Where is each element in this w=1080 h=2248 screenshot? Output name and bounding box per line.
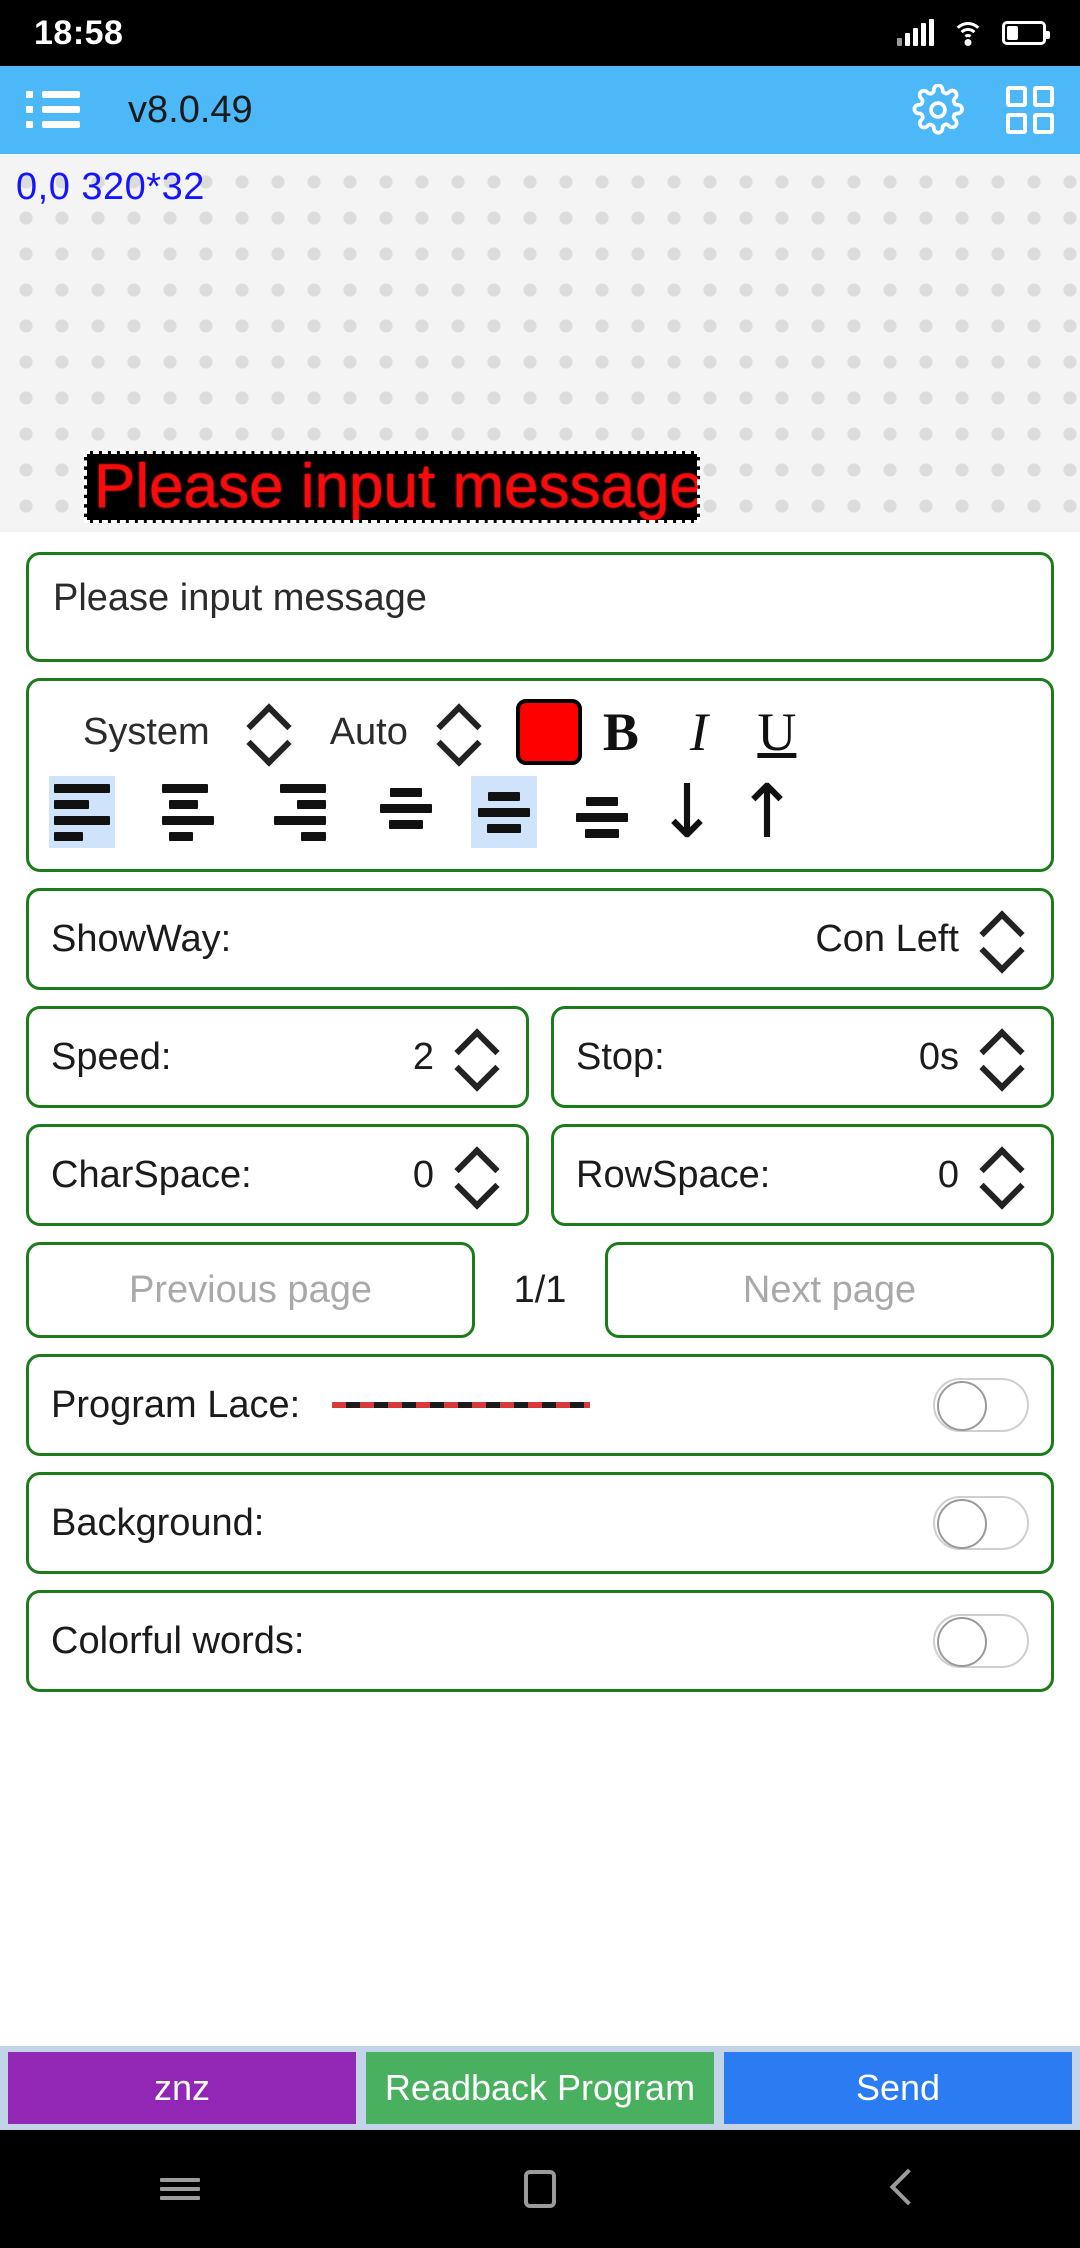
stop-value[interactable]: 0s [919,1036,959,1079]
align-bottom-icon[interactable] [569,776,635,848]
wifi-icon [952,20,984,46]
charspace-label: CharSpace: [51,1153,252,1196]
system-nav-bar [0,2130,1080,2248]
home-icon[interactable] [480,2159,600,2219]
align-top-icon[interactable] [373,776,439,848]
colorful-words-label: Colorful words: [51,1619,305,1662]
rowspace-field[interactable]: RowSpace: 0 [551,1124,1054,1226]
grid-apps-icon[interactable] [1006,86,1054,134]
message-input[interactable]: Please input message [26,552,1054,662]
app-title: v8.0.49 [128,88,253,131]
bold-button[interactable]: B [582,701,660,763]
italic-button[interactable]: I [660,701,738,763]
gear-icon[interactable] [912,84,964,136]
font-name-stepper[interactable] [244,704,296,760]
charspace-field[interactable]: CharSpace: 0 [26,1124,529,1226]
page-indicator: 1/1 [513,1268,567,1311]
recents-icon[interactable] [120,2159,240,2219]
rowspace-label: RowSpace: [576,1153,771,1196]
program-lace-toggle[interactable] [933,1378,1029,1432]
app-bar: v8.0.49 [0,66,1080,154]
charspace-stepper[interactable] [452,1147,504,1203]
speed-label: Speed: [51,1035,172,1078]
font-size-stepper[interactable] [434,704,486,760]
program-lace-preview [332,1402,591,1408]
font-size-value[interactable]: Auto [330,711,408,754]
led-text-region[interactable]: Please input message [84,451,700,523]
speed-stepper[interactable] [452,1029,504,1085]
led-text: Please input message [94,452,700,521]
znz-button[interactable]: znz [8,2052,356,2124]
message-input-value: Please input message [53,577,427,619]
align-right-icon[interactable] [265,776,331,848]
text-color-swatch[interactable] [515,699,582,765]
send-button[interactable]: Send [724,2052,1072,2124]
program-lace-row: Program Lace: [26,1354,1054,1456]
background-toggle[interactable] [933,1496,1029,1550]
list-menu-icon[interactable] [26,89,80,131]
spacing-row: CharSpace: 0 RowSpace: 0 [26,1124,1054,1226]
stop-label: Stop: [576,1035,665,1078]
program-lace-label: Program Lace: [51,1383,301,1426]
showway-label: ShowWay: [51,917,232,960]
status-bar-clock: 18:58 [34,13,124,52]
move-down-icon[interactable]: ↓ [647,775,727,849]
speed-stop-row: Speed: 2 Stop: 0s [26,1006,1054,1108]
background-label: Background: [51,1501,265,1544]
underline-button[interactable]: U [738,701,816,763]
speed-field[interactable]: Speed: 2 [26,1006,529,1108]
signal-icon [897,19,934,46]
background-row: Background: [26,1472,1054,1574]
format-toolbar: System Auto B I U ↓ ↑ [26,678,1054,872]
colorful-words-row: Colorful words: [26,1590,1054,1692]
status-bar: 18:58 [0,0,1080,66]
stop-field[interactable]: Stop: 0s [551,1006,1054,1108]
action-button-bar: znz Readback Program Send [0,2046,1080,2130]
status-bar-indicators [897,19,1050,46]
move-up-icon[interactable]: ↑ [727,775,807,849]
charspace-value[interactable]: 0 [413,1154,434,1197]
rowspace-value[interactable]: 0 [938,1154,959,1197]
colorful-words-toggle[interactable] [933,1614,1029,1668]
showway-stepper[interactable] [977,911,1029,967]
readback-program-button[interactable]: Readback Program [366,2052,714,2124]
rowspace-stepper[interactable] [977,1147,1029,1203]
pager: Previous page 1/1 Next page [26,1242,1054,1338]
stop-stepper[interactable] [977,1029,1029,1085]
preview-coordinates: 0,0 320*32 [16,166,205,208]
align-left-icon[interactable] [49,776,115,848]
back-icon[interactable] [840,2159,960,2219]
previous-page-button[interactable]: Previous page [26,1242,475,1338]
font-name-value[interactable]: System [83,711,210,754]
showway-value[interactable]: Con Left [815,918,959,961]
align-center-icon[interactable] [157,776,223,848]
next-page-button[interactable]: Next page [605,1242,1054,1338]
align-middle-icon[interactable] [471,776,537,848]
speed-value[interactable]: 2 [413,1036,434,1079]
battery-icon [1002,21,1050,45]
showway-row[interactable]: ShowWay: Con Left [26,888,1054,990]
